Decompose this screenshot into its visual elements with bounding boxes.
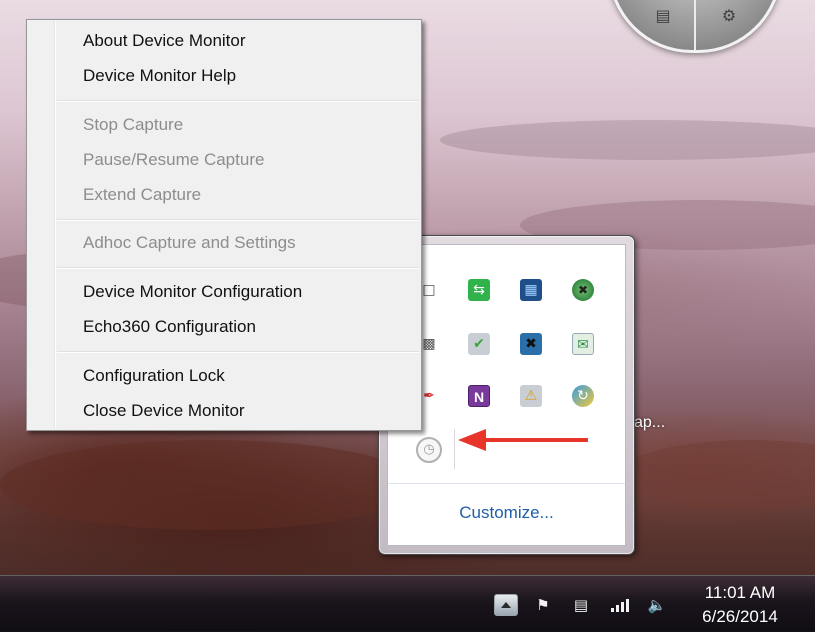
chevron-up-icon <box>501 602 511 608</box>
menu-item-stop-capture[interactable]: Stop Capture <box>83 110 183 140</box>
desktop-icon-label: ap... <box>634 414 666 431</box>
menu-item-close-device-monitor[interactable]: Close Device Monitor <box>83 396 245 426</box>
menu-item-echo360-configuration[interactable]: Echo360 Configuration <box>83 312 256 342</box>
action-center-flag-icon[interactable]: ⚑ <box>532 594 554 616</box>
network-blocked-icon[interactable]: ✖ <box>520 333 542 355</box>
menu-separator <box>57 351 419 353</box>
envelope-icon[interactable]: ✉ <box>572 333 594 355</box>
menu-item-about[interactable]: About Device Monitor <box>83 26 246 56</box>
red-arrow-annotation <box>458 429 588 451</box>
signal-bars-icon <box>611 599 629 612</box>
menu-separator <box>57 267 419 269</box>
tray-icon-panel: □ ⇆ ▦ ✖ ▩ ✔ ✖ ✉ ✒ N ⚠ ↻ ◷ Customize... <box>387 244 626 546</box>
menu-item-adhoc-capture[interactable]: Adhoc Capture and Settings <box>83 228 296 258</box>
menu-item-device-monitor-configuration[interactable]: Device Monitor Configuration <box>83 277 302 307</box>
menu-item-configuration-lock[interactable]: Configuration Lock <box>83 361 225 391</box>
power-plug-icon[interactable]: ▤ <box>570 594 592 616</box>
globe-blocked-icon[interactable]: ✖ <box>572 279 594 301</box>
network-signal-icon[interactable] <box>608 594 632 616</box>
drive-check-icon[interactable]: ✔ <box>468 333 490 355</box>
gadget-divider <box>694 0 696 50</box>
menu-gutter <box>54 22 56 428</box>
menu-item-extend-capture[interactable]: Extend Capture <box>83 180 201 210</box>
context-menu: About Device Monitor Device Monitor Help… <box>26 19 422 431</box>
tray-icon-separator <box>454 429 455 469</box>
show-hidden-icons-button[interactable] <box>494 594 518 616</box>
taskbar: ⚑ ▤ 🔈 11:01 AM 6/26/2014 <box>0 575 815 632</box>
green-arrows-icon[interactable]: ⇆ <box>468 279 490 301</box>
update-icon[interactable]: ↻ <box>572 385 594 407</box>
menu-icon[interactable]: ▤ <box>653 6 673 26</box>
gear-icon[interactable]: ⚙ <box>719 6 739 26</box>
onenote-icon[interactable]: N <box>468 385 490 407</box>
device-monitor-icon[interactable]: ◷ <box>416 437 442 463</box>
volume-icon[interactable]: 🔈 <box>646 594 668 616</box>
clock-date[interactable]: 6/26/2014 <box>680 607 800 627</box>
monitor-icon[interactable]: ▦ <box>520 279 542 301</box>
menu-separator <box>57 100 419 102</box>
clock-time[interactable]: 11:01 AM <box>680 583 800 603</box>
warning-shield-icon[interactable]: ⚠ <box>520 385 542 407</box>
menu-separator <box>57 219 419 221</box>
menu-item-help[interactable]: Device Monitor Help <box>83 61 236 91</box>
customize-link[interactable]: Customize... <box>388 503 625 523</box>
tray-divider <box>388 483 625 484</box>
menu-item-pause-resume-capture[interactable]: Pause/Resume Capture <box>83 145 264 175</box>
